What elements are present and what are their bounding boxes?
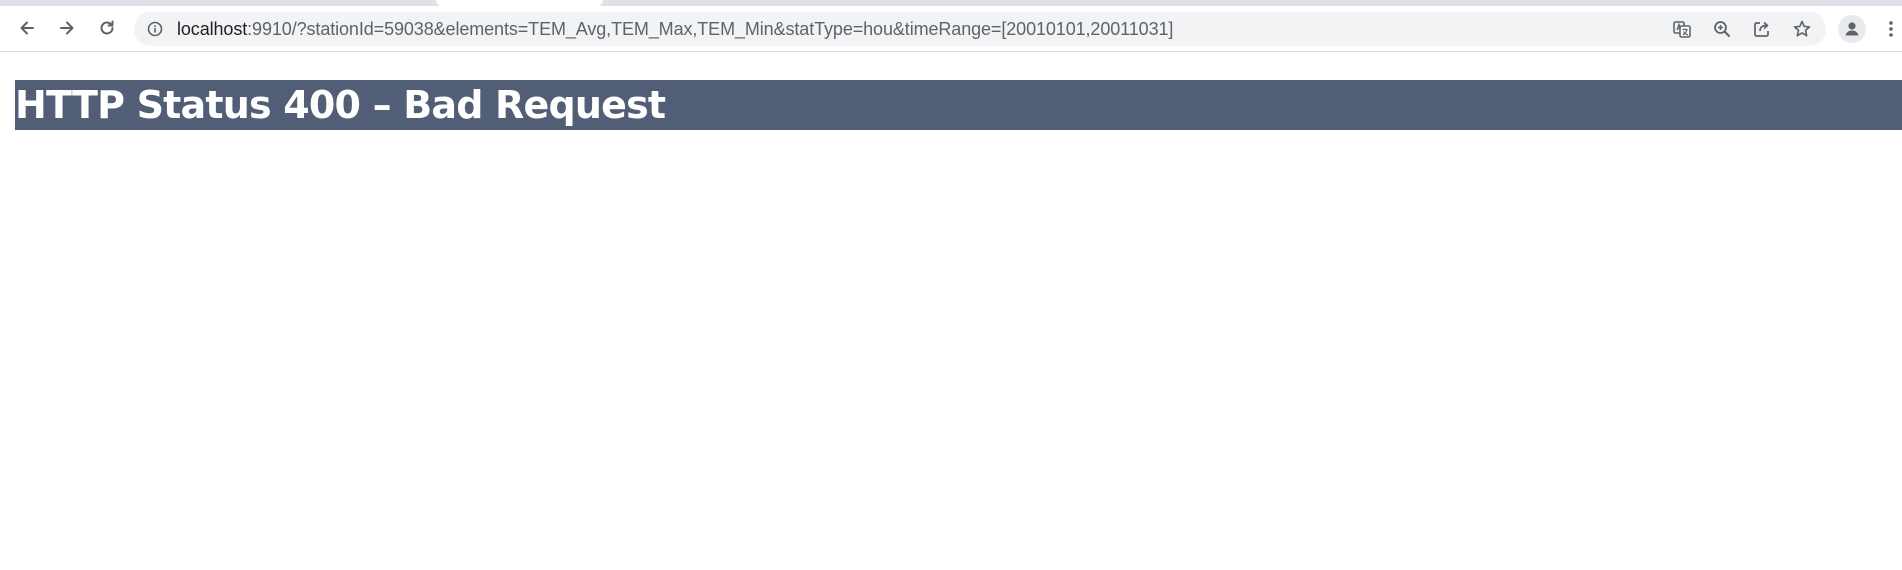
url-text[interactable]: localhost:9910/?stationId=59038&elements… xyxy=(177,12,1173,46)
address-bar[interactable]: localhost:9910/?stationId=59038&elements… xyxy=(134,12,1826,46)
reload-icon xyxy=(100,20,114,35)
zoom-icon xyxy=(1714,21,1730,37)
url-host: localhost xyxy=(177,19,248,39)
kebab-menu-icon xyxy=(1889,21,1893,37)
arrow-left-icon xyxy=(20,21,34,35)
url-path: :9910/?stationId=59038&elements=TEM_Avg,… xyxy=(247,19,1174,39)
page-content: HTTP Status 400 – Bad Request xyxy=(0,52,1902,570)
translate-button[interactable] xyxy=(1670,17,1694,41)
bookmark-button[interactable] xyxy=(1790,17,1814,41)
browser-toolbar: localhost:9910/?stationId=59038&elements… xyxy=(0,6,1902,52)
share-button[interactable] xyxy=(1750,17,1774,41)
profile-button[interactable] xyxy=(1838,15,1866,43)
error-heading: HTTP Status 400 – Bad Request xyxy=(15,80,1902,130)
info-icon[interactable] xyxy=(147,21,163,37)
arrow-right-icon xyxy=(60,21,74,35)
star-icon xyxy=(1793,20,1811,37)
forward-button[interactable] xyxy=(52,13,82,43)
zoom-button[interactable] xyxy=(1710,17,1734,41)
menu-button[interactable] xyxy=(1884,15,1898,43)
translate-icon xyxy=(1673,21,1691,38)
person-icon xyxy=(1845,22,1859,36)
back-button[interactable] xyxy=(12,13,42,43)
reload-button[interactable] xyxy=(92,13,122,43)
share-icon xyxy=(1754,21,1769,37)
